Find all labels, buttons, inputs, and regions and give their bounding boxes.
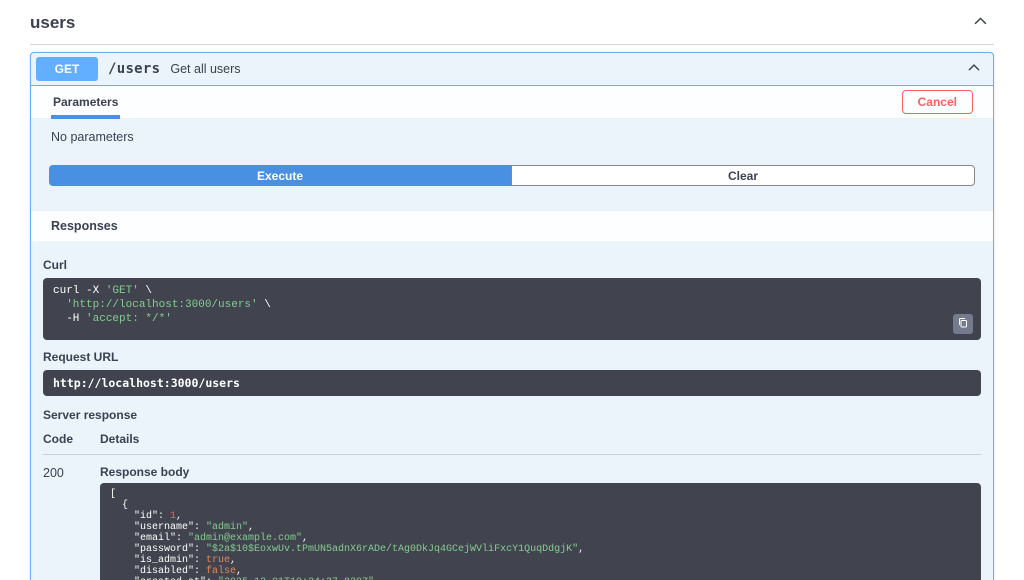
status-code: 200 [43,466,64,481]
section-title: users [30,13,76,32]
response-body-block: [ { "id": 1, "username": "admin", "email… [100,483,981,580]
execute-row: Execute Clear [31,165,993,210]
tab-parameters[interactable]: Parameters [51,85,121,119]
opblock-collapse-button[interactable] [965,59,983,80]
http-method-badge: GET [36,57,98,81]
response-body-json: [ { "id": 1, "username": "admin", "email… [110,489,585,580]
responses-inner: Curl curl -X 'GET' \ 'http://localhost:3… [31,241,993,580]
curl-command: curl -X 'GET' \ 'http://localhost:3000/u… [53,285,271,325]
parameters-tab-header: Parameters Cancel [31,86,993,119]
cancel-button[interactable]: Cancel [901,90,973,114]
server-response-label: Server response [43,408,138,423]
details-column-header: Details [100,432,140,447]
execute-button[interactable]: Execute [49,165,511,186]
response-table-header: Code Details [43,422,981,456]
no-parameters-text: No parameters [51,130,134,144]
opblock-body: Parameters Cancel No parameters Execute … [31,86,993,580]
opblock-summary[interactable]: GET /users Get all users [31,53,993,86]
response-details-cell: Response body [ { "id": 1, "username": "… [100,455,981,580]
curl-command-block: curl -X 'GET' \ 'http://localhost:3000/u… [43,278,981,341]
swagger-page: users GET /users Get all users Parameter… [0,0,1024,580]
copy-curl-button[interactable] [953,314,973,335]
operation-summary: Get all users [170,62,241,76]
operation-path: /users [108,61,161,77]
request-url-label: Request URL [43,350,119,365]
section-collapse-button[interactable] [971,12,990,34]
chevron-up-icon [967,61,981,78]
request-url-block: http://localhost:3000/users [43,370,981,397]
opblock-get-users: GET /users Get all users Parameters Canc… [30,52,994,580]
response-row-200: 200 Response body [ { "id": 1, "username… [43,455,981,580]
responses-section-header: Responses [31,210,993,241]
clear-button[interactable]: Clear [511,165,975,186]
response-body-label: Response body [100,465,190,480]
curl-label: Curl [43,258,67,272]
code-column-header: Code [43,432,73,447]
clipboard-copy-icon [957,317,969,332]
chevron-up-icon [973,14,988,32]
tag-section-header: users [30,10,994,45]
